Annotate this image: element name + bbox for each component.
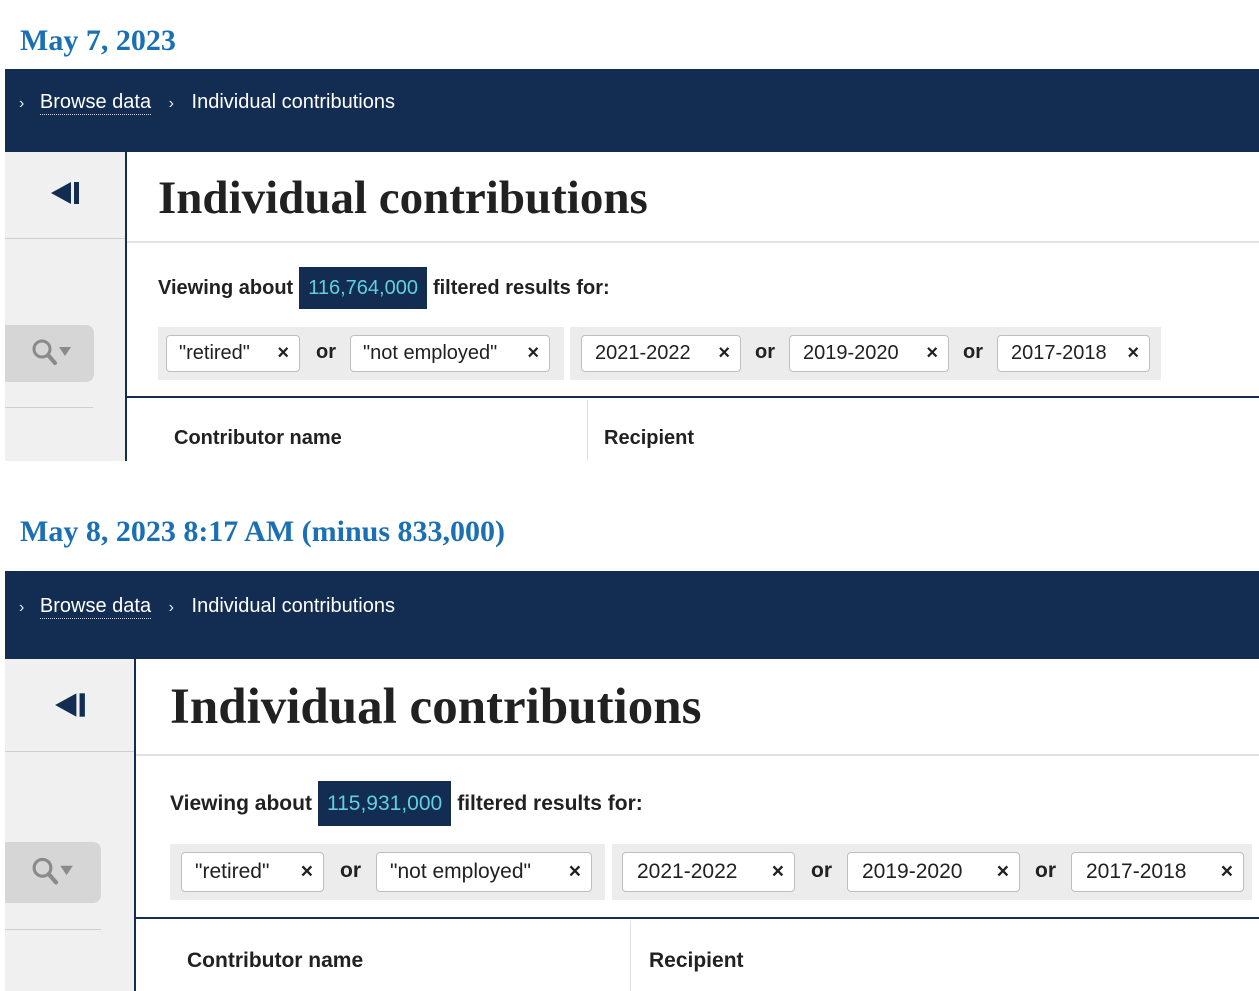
results-count: 116,764,000 [299,267,427,309]
column-header-contributor[interactable]: Contributor name [187,949,363,973]
close-icon[interactable]: × [277,336,289,370]
search-filter-icon [32,339,71,365]
close-icon[interactable]: × [772,853,784,890]
filter-tag-label: 2019-2020 [862,860,963,883]
close-icon[interactable]: × [1127,336,1139,370]
employment-filter-group: "retired" × or "not employed" × [158,327,564,380]
filter-tag-label: "not employed" [390,860,531,883]
or-connector: or [811,859,832,882]
filter-tag: 2021-2022 × [622,852,795,892]
collapse-left-icon[interactable] [53,691,87,724]
results-summary: Viewing about 116,764,000 filtered results… [158,267,610,309]
top-nav-bar: › Browse data › Individual contributions [5,571,1259,659]
filter-tag: "not employed" × [350,335,550,372]
chevron-right-icon: › [19,599,25,616]
filter-sidebar [5,152,127,461]
page-title: Individual contributions [158,172,648,224]
sidebar-divider [5,407,93,408]
close-icon[interactable]: × [1221,853,1233,890]
or-connector: or [963,341,983,363]
or-connector: or [1035,859,1056,882]
snapshot-heading-1: May 7, 2023 [20,24,176,57]
filter-tag: 2017-2018 × [997,335,1150,372]
search-filter-button[interactable] [5,325,94,382]
close-icon[interactable]: × [718,336,730,370]
breadcrumb-current: Individual contributions [191,595,395,617]
title-divider [127,241,1259,243]
close-icon[interactable]: × [569,853,581,890]
filter-sidebar [5,659,136,991]
filter-tag-label: 2017-2018 [1011,342,1107,364]
table-top-border [136,917,1259,919]
snapshot-heading-2: May 8, 2023 8:17 AM (minus 833,000) [20,515,505,548]
breadcrumb-browse-data[interactable]: Browse data [39,91,152,115]
chevron-right-icon: › [168,599,174,616]
sidebar-divider [5,929,101,930]
results-prefix: Viewing about [170,792,312,815]
screenshot-panel-1: › Browse data › Individual contributions… [5,69,1259,461]
title-divider [136,754,1259,756]
results-prefix: Viewing about [158,277,294,299]
filter-tag-label: "not employed" [363,342,498,364]
filter-tag: 2017-2018 × [1071,852,1244,892]
employment-filter-group: "retired" × or "not employed" × [170,844,605,900]
or-connector: or [340,859,361,882]
column-divider [587,400,588,461]
close-icon[interactable]: × [527,336,539,370]
close-icon[interactable]: × [926,336,938,370]
sidebar-divider [5,751,134,752]
filter-tag: "retired" × [166,335,300,372]
period-filter-group: 2021-2022 × or 2019-2020 × or 2017-2018 … [612,844,1252,900]
breadcrumb: › Browse data › Individual contributions [19,91,395,115]
results-count: 115,931,000 [317,781,452,826]
column-header-recipient[interactable]: Recipient [604,427,694,450]
column-header-contributor[interactable]: Contributor name [174,427,342,450]
screenshot-panel-2: › Browse data › Individual contributions… [5,571,1259,991]
filter-tag: 2019-2020 × [847,852,1020,892]
page-title: Individual contributions [170,679,702,735]
chevron-right-icon: › [168,95,174,112]
search-filter-icon [32,857,73,885]
close-icon[interactable]: × [997,853,1009,890]
period-filter-group: 2021-2022 × or 2019-2020 × or 2017-2018 … [570,327,1161,380]
column-divider [630,921,631,991]
results-suffix: filtered results for: [457,792,643,815]
table-top-border [127,396,1259,398]
filter-tag-label: "retired" [179,342,250,364]
breadcrumb-browse-data[interactable]: Browse data [39,595,152,619]
filter-tag-label: "retired" [195,860,270,883]
search-filter-button[interactable] [5,842,101,903]
results-summary: Viewing about 115,931,000 filtered results… [170,781,643,826]
or-connector: or [755,341,775,363]
filter-tag: 2021-2022 × [581,335,741,372]
filter-tag-label: 2021-2022 [637,860,738,883]
top-nav-bar: › Browse data › Individual contributions [5,69,1259,152]
chevron-right-icon: › [19,95,25,112]
results-suffix: filtered results for: [432,277,610,299]
or-connector: or [316,341,336,363]
filter-tag-label: 2021-2022 [595,342,691,364]
filter-tag-label: 2019-2020 [803,342,899,364]
close-icon[interactable]: × [301,853,313,890]
breadcrumb-current: Individual contributions [191,91,395,113]
filter-tag: "not employed" × [376,852,592,892]
filter-tag-label: 2017-2018 [1086,860,1187,883]
filter-tag: "retired" × [181,852,324,892]
column-header-recipient[interactable]: Recipient [649,949,744,973]
breadcrumb: › Browse data › Individual contributions [19,595,395,619]
collapse-left-icon[interactable] [49,180,81,211]
filter-tag: 2019-2020 × [789,335,949,372]
sidebar-divider [5,238,125,239]
